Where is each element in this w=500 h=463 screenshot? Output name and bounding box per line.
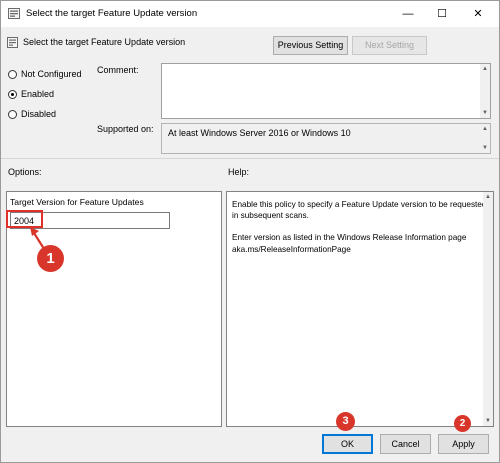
annotation-marker-3: 3 xyxy=(336,412,355,431)
cancel-button[interactable]: Cancel xyxy=(380,434,431,454)
help-panel: Enable this policy to specify a Feature … xyxy=(226,191,494,427)
supported-on-value: At least Windows Server 2016 or Windows … xyxy=(168,128,351,138)
supported-on-box: At least Windows Server 2016 or Windows … xyxy=(161,123,491,154)
policy-name-heading: Select the target Feature Update version xyxy=(23,37,186,47)
comment-scrollbar[interactable]: ▲ ▼ xyxy=(480,64,490,118)
minimize-icon: — xyxy=(402,8,414,20)
radio-enabled-circle[interactable] xyxy=(8,89,17,99)
supported-on-label: Supported on: xyxy=(97,124,154,134)
annotation-highlight-box xyxy=(6,210,43,228)
policy-dialog-window: Select the target Feature Update version… xyxy=(0,0,500,463)
maximize-button[interactable]: ☐ xyxy=(425,1,459,27)
scroll-down-icon[interactable]: ▼ xyxy=(480,143,490,153)
supported-scrollbar[interactable]: ▲ ▼ xyxy=(480,124,490,153)
radio-disabled[interactable]: Disabled xyxy=(8,109,56,119)
close-button[interactable]: ✕ xyxy=(461,1,495,27)
apply-button[interactable]: Apply xyxy=(438,434,489,454)
help-text: Enable this policy to specify a Feature … xyxy=(232,199,490,266)
ok-button[interactable]: OK xyxy=(322,434,373,454)
radio-not-configured[interactable]: Not Configured xyxy=(8,69,82,79)
policy-app-icon xyxy=(8,8,20,19)
scroll-up-icon[interactable]: ▲ xyxy=(480,124,490,134)
comment-textarea[interactable]: ▲ ▼ xyxy=(161,63,491,119)
title-bar: Select the target Feature Update version… xyxy=(1,1,499,27)
help-paragraph-2: Enter version as listed in the Windows R… xyxy=(232,233,467,254)
maximize-icon: ☐ xyxy=(437,8,447,20)
radio-disabled-label: Disabled xyxy=(21,109,57,119)
target-version-label: Target Version for Feature Updates xyxy=(10,197,144,207)
radio-not-configured-circle[interactable] xyxy=(8,69,17,79)
close-icon: ✕ xyxy=(473,8,483,20)
help-paragraph-1: Enable this policy to specify a Feature … xyxy=(232,200,487,221)
section-divider xyxy=(1,158,499,159)
previous-setting-button[interactable]: Previous Setting xyxy=(273,36,348,55)
radio-enabled-label: Enabled xyxy=(21,89,55,99)
scroll-up-icon[interactable]: ▲ xyxy=(483,192,493,202)
radio-not-configured-label: Not Configured xyxy=(21,69,82,79)
help-scrollbar[interactable]: ▲ ▼ xyxy=(483,192,493,426)
window-title: Select the target Feature Update version xyxy=(26,8,198,19)
annotation-marker-1: 1 xyxy=(37,245,64,272)
annotation-marker-2: 2 xyxy=(454,415,471,432)
next-setting-button[interactable]: Next Setting xyxy=(352,36,427,55)
comment-label: Comment: xyxy=(97,65,139,75)
options-heading: Options: xyxy=(8,167,42,177)
minimize-button[interactable]: — xyxy=(391,1,425,27)
radio-disabled-circle[interactable] xyxy=(8,109,17,119)
scroll-down-icon[interactable]: ▼ xyxy=(480,108,490,118)
scroll-down-icon[interactable]: ▼ xyxy=(483,416,493,426)
policy-setting-icon xyxy=(7,37,18,48)
radio-enabled[interactable]: Enabled xyxy=(8,89,54,99)
scroll-up-icon[interactable]: ▲ xyxy=(480,64,490,74)
help-heading: Help: xyxy=(228,167,250,177)
